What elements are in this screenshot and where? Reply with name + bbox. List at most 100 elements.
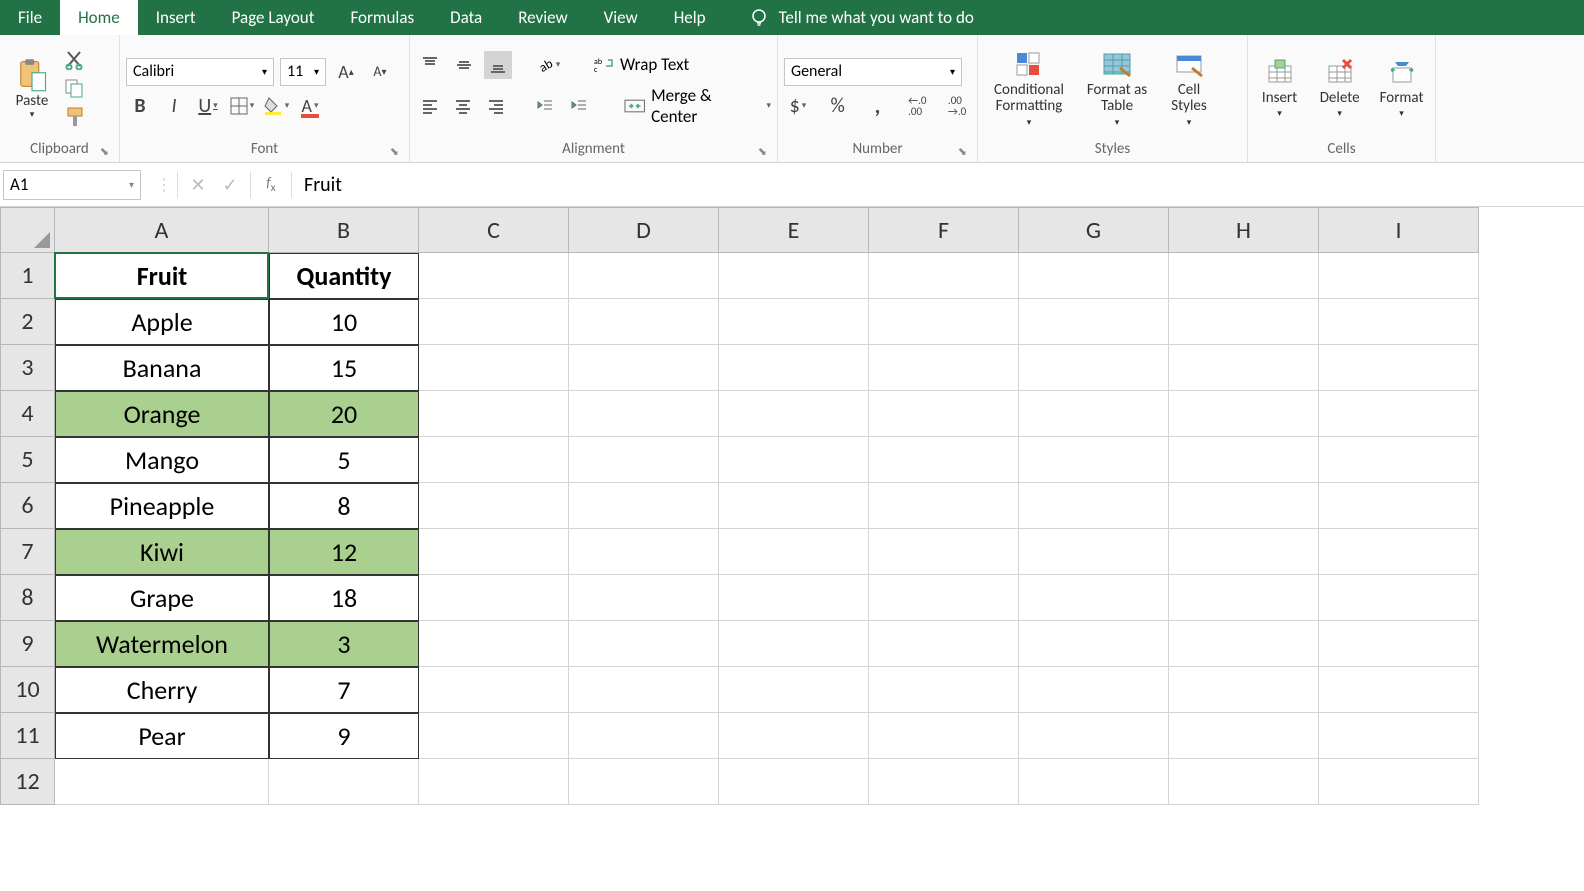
cell-E3[interactable] [719, 345, 869, 391]
cell-E10[interactable] [719, 667, 869, 713]
column-header-D[interactable]: D [569, 207, 719, 253]
fx-icon[interactable]: fx [255, 174, 287, 195]
cell-G5[interactable] [1019, 437, 1169, 483]
cell-B6[interactable]: 8 [269, 483, 419, 529]
cell-E5[interactable] [719, 437, 869, 483]
cell-A7[interactable]: Kiwi [55, 529, 269, 575]
align-middle-icon[interactable] [450, 51, 478, 79]
cell-F1[interactable] [869, 253, 1019, 299]
cell-C5[interactable] [419, 437, 569, 483]
cell-C3[interactable] [419, 345, 569, 391]
cell-H2[interactable] [1169, 299, 1319, 345]
tab-home[interactable]: Home [60, 0, 138, 35]
orientation-icon[interactable]: ab [534, 51, 562, 79]
cell-D6[interactable] [569, 483, 719, 529]
cell-B11[interactable]: 9 [269, 713, 419, 759]
cell-D10[interactable] [569, 667, 719, 713]
cell-I1[interactable] [1319, 253, 1479, 299]
align-bottom-icon[interactable] [484, 51, 512, 79]
conditional-formatting-button[interactable]: Conditional Formatting▾ [984, 50, 1074, 128]
decrease-decimal-icon[interactable]: .00→.0 [943, 92, 971, 120]
tab-page-layout[interactable]: Page Layout [214, 0, 333, 35]
font-size-combo[interactable]: 11▾ [280, 58, 326, 86]
align-top-icon[interactable] [416, 51, 444, 79]
number-dialog-launcher[interactable]: ⬊ [958, 145, 967, 158]
number-format-combo[interactable]: General▾ [784, 58, 962, 86]
cell-I9[interactable] [1319, 621, 1479, 667]
delete-cells-button[interactable]: Delete▾ [1313, 58, 1366, 120]
cell-F6[interactable] [869, 483, 1019, 529]
cell-C6[interactable] [419, 483, 569, 529]
format-painter-icon[interactable] [64, 106, 86, 128]
cell-F11[interactable] [869, 713, 1019, 759]
tab-view[interactable]: View [586, 0, 656, 35]
cell-E12[interactable] [719, 759, 869, 805]
tab-data[interactable]: Data [432, 0, 500, 35]
cell-I2[interactable] [1319, 299, 1479, 345]
cell-E6[interactable] [719, 483, 869, 529]
cell-C4[interactable] [419, 391, 569, 437]
cell-B2[interactable]: 10 [269, 299, 419, 345]
row-header-1[interactable]: 1 [0, 253, 55, 299]
cell-D12[interactable] [569, 759, 719, 805]
cell-H6[interactable] [1169, 483, 1319, 529]
cell-I6[interactable] [1319, 483, 1479, 529]
cell-A3[interactable]: Banana [55, 345, 269, 391]
cell-I8[interactable] [1319, 575, 1479, 621]
tab-help[interactable]: Help [656, 0, 724, 35]
wrap-text-button[interactable]: abc Wrap Text [594, 54, 689, 75]
borders-button[interactable] [228, 92, 256, 120]
font-dialog-launcher[interactable]: ⬊ [390, 145, 399, 158]
tab-insert[interactable]: Insert [138, 0, 214, 35]
accounting-format-icon[interactable]: $ [784, 92, 812, 120]
font-color-button[interactable]: A [296, 92, 324, 120]
name-box[interactable]: A1▾ [3, 170, 141, 200]
tab-file[interactable]: File [0, 0, 60, 35]
cell-A8[interactable]: Grape [55, 575, 269, 621]
cell-E7[interactable] [719, 529, 869, 575]
italic-button[interactable]: I [160, 92, 188, 120]
cell-G10[interactable] [1019, 667, 1169, 713]
cell-D8[interactable] [569, 575, 719, 621]
cell-B1[interactable]: Quantity [269, 253, 419, 299]
row-header-4[interactable]: 4 [0, 391, 55, 437]
row-header-6[interactable]: 6 [0, 483, 55, 529]
cell-H7[interactable] [1169, 529, 1319, 575]
column-header-H[interactable]: H [1169, 207, 1319, 253]
format-cells-button[interactable]: Format▾ [1374, 58, 1429, 120]
cell-D9[interactable] [569, 621, 719, 667]
cell-G8[interactable] [1019, 575, 1169, 621]
font-name-combo[interactable]: Calibri▾ [126, 58, 274, 86]
cell-H12[interactable] [1169, 759, 1319, 805]
cell-I5[interactable] [1319, 437, 1479, 483]
row-header-7[interactable]: 7 [0, 529, 55, 575]
row-header-8[interactable]: 8 [0, 575, 55, 621]
cell-H8[interactable] [1169, 575, 1319, 621]
cell-G4[interactable] [1019, 391, 1169, 437]
cell-G12[interactable] [1019, 759, 1169, 805]
cell-C8[interactable] [419, 575, 569, 621]
paste-button[interactable]: Paste ▾ [6, 57, 58, 121]
cell-D11[interactable] [569, 713, 719, 759]
column-header-I[interactable]: I [1319, 207, 1479, 253]
cell-H4[interactable] [1169, 391, 1319, 437]
cell-E2[interactable] [719, 299, 869, 345]
row-header-5[interactable]: 5 [0, 437, 55, 483]
cell-D3[interactable] [569, 345, 719, 391]
alignment-dialog-launcher[interactable]: ⬊ [758, 145, 767, 158]
comma-format-icon[interactable]: , [864, 92, 892, 120]
cell-F3[interactable] [869, 345, 1019, 391]
increase-indent-icon[interactable] [565, 92, 592, 120]
cell-D2[interactable] [569, 299, 719, 345]
cell-H3[interactable] [1169, 345, 1319, 391]
row-header-2[interactable]: 2 [0, 299, 55, 345]
cell-H10[interactable] [1169, 667, 1319, 713]
align-center-icon[interactable] [449, 92, 476, 120]
column-header-A[interactable]: A [55, 207, 269, 253]
cell-F4[interactable] [869, 391, 1019, 437]
row-header-10[interactable]: 10 [0, 667, 55, 713]
increase-decimal-icon[interactable]: ←.0.00 [903, 92, 931, 120]
cell-C10[interactable] [419, 667, 569, 713]
cell-A1[interactable]: Fruit [55, 253, 269, 299]
cell-I7[interactable] [1319, 529, 1479, 575]
